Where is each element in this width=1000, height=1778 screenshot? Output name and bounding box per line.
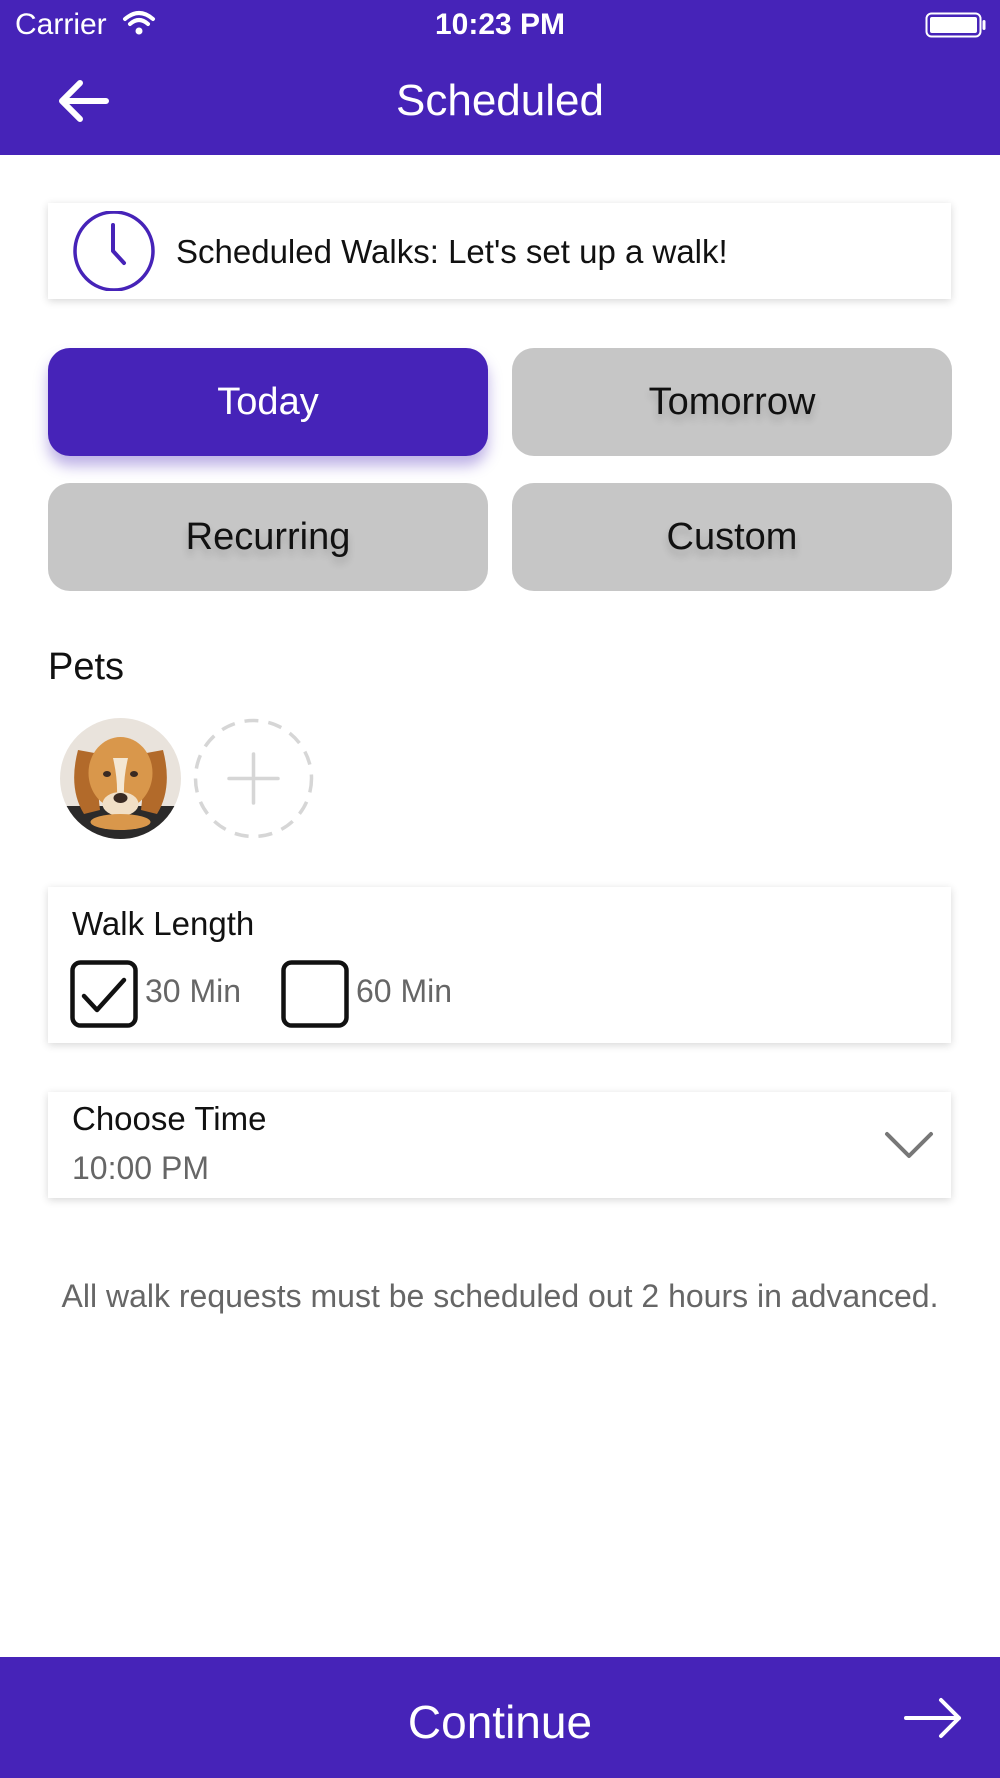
choose-time-value: 10:00 PM xyxy=(72,1150,209,1186)
checkbox-30-min[interactable] xyxy=(70,960,138,1033)
pet-avatar[interactable] xyxy=(60,718,181,844)
chevron-down-icon[interactable] xyxy=(884,1130,934,1167)
arrow-right-icon xyxy=(903,1697,963,1744)
checkbox-60-min[interactable] xyxy=(281,960,349,1033)
continue-button[interactable]: Continue xyxy=(0,1657,1000,1778)
info-text: Scheduled Walks: Let's set up a walk! xyxy=(176,233,728,270)
recurring-button[interactable]: Recurring xyxy=(48,483,488,591)
add-pet-button[interactable] xyxy=(193,718,314,844)
choose-time-title: Choose Time xyxy=(72,1100,267,1137)
label-30-min: 30 Min xyxy=(145,973,242,1009)
walk-length-title: Walk Length xyxy=(72,905,255,942)
battery-icon xyxy=(925,12,987,43)
choose-time-dropdown[interactable]: Choose Time 10:00 PM xyxy=(48,1092,951,1198)
page-title: Scheduled xyxy=(396,76,604,125)
clock-icon xyxy=(72,210,156,296)
status-time: 10:23 PM xyxy=(434,8,566,41)
navigation-bar: Carrier 10:23 PM Scheduled xyxy=(0,0,1000,155)
info-banner: Scheduled Walks: Let's set up a walk! xyxy=(48,203,951,299)
label-60-min: 60 Min xyxy=(356,973,453,1009)
tomorrow-button[interactable]: Tomorrow xyxy=(512,348,952,456)
custom-button[interactable]: Custom xyxy=(512,483,952,591)
continue-label: Continue xyxy=(407,1696,593,1748)
pets-title: Pets xyxy=(48,646,125,688)
walk-length-card: Walk Length 30 Min 60 Min xyxy=(48,887,951,1043)
scheduling-notice: All walk requests must be scheduled out … xyxy=(61,1278,939,1314)
today-button[interactable]: Today xyxy=(48,348,488,456)
